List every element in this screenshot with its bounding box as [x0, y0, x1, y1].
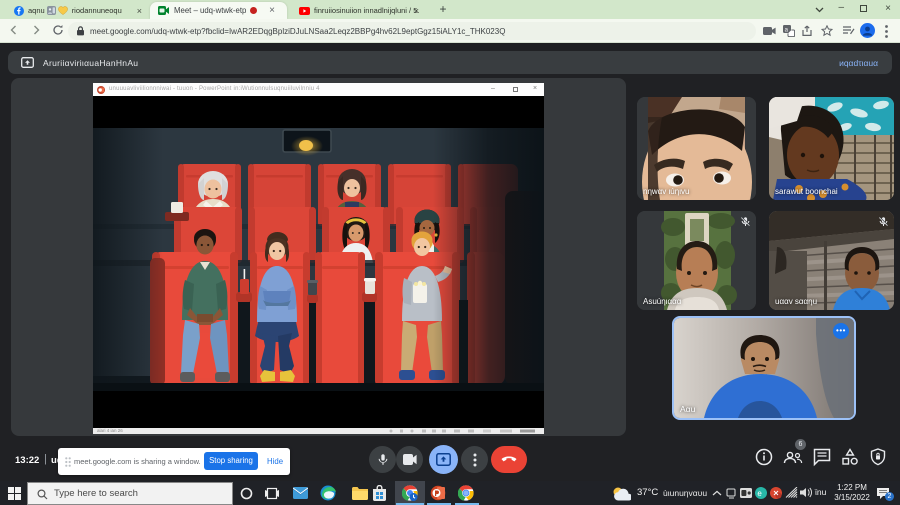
svg-text:e: e	[757, 489, 762, 498]
